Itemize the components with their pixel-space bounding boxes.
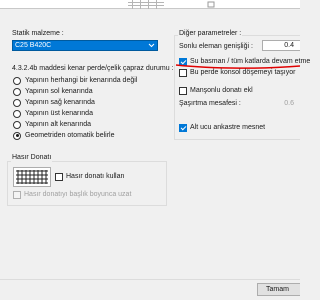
mansonlu-label: Manşonlu donatı ekl <box>190 87 253 94</box>
offset-label: Şaşırtma mesafesi : <box>179 100 241 107</box>
radio-button[interactable] <box>13 76 21 85</box>
use-mesh-checkbox[interactable] <box>55 172 63 181</box>
radio-button[interactable] <box>13 98 21 107</box>
use-mesh-option[interactable]: Hasır donatı kullan <box>55 171 124 182</box>
fixed-support-option[interactable]: Alt ucu ankastre mesnet <box>179 122 265 133</box>
radio-button[interactable] <box>13 131 21 140</box>
console-checkbox[interactable] <box>179 68 187 77</box>
mesh-group-title: Hasır Donatı <box>11 153 53 162</box>
radio-option-right[interactable]: Yapının sağ kenarında <box>13 97 163 108</box>
material-select[interactable]: C25 B420C <box>12 40 158 51</box>
radio-label: Yapının üst kenarında <box>25 110 93 117</box>
material-label: Statik malzeme : <box>12 30 64 37</box>
console-label: Bu perde konsol döşemeyi taşıyor <box>190 69 296 76</box>
mesh-grid-icon <box>16 170 48 184</box>
fixed-support-checkbox[interactable] <box>179 123 187 132</box>
radio-button[interactable] <box>13 109 21 118</box>
radio-label: Yapının herhangi bir kenarında değil <box>25 77 138 84</box>
radio-button[interactable] <box>13 120 21 129</box>
extend-mesh-label: Hasır donatıyı başlık boyunca uzat <box>24 191 132 198</box>
ok-button-label: Tamam <box>266 286 289 293</box>
extend-mesh-checkbox[interactable] <box>13 190 21 199</box>
radio-option-left[interactable]: Yapının sol kenarında <box>13 86 163 97</box>
ok-button[interactable]: Tamam <box>257 283 300 296</box>
cross-tie-radio-group: Yapının herhangi bir kenarında değil Yap… <box>13 75 163 141</box>
last-element-width-value: 0.4 <box>284 42 294 49</box>
extend-mesh-option[interactable]: Hasır donatıyı başlık boyunca uzat <box>13 189 131 200</box>
radio-label: Geometriden otomatik belirle <box>25 132 115 139</box>
mansonlu-checkbox[interactable] <box>179 86 187 95</box>
footer-divider <box>0 279 300 280</box>
mesh-preview-button[interactable] <box>13 167 51 187</box>
use-mesh-label: Hasır donatı kullan <box>66 173 125 180</box>
radio-button[interactable] <box>13 87 21 96</box>
material-select-value: C25 B420C <box>15 42 52 49</box>
top-canvas-strip <box>0 0 300 9</box>
mansonlu-option[interactable]: Manşonlu donatı ekl <box>179 85 253 96</box>
radio-label: Yapının alt kenarında <box>25 121 92 128</box>
last-element-width-input[interactable]: 0.4 <box>262 40 300 51</box>
grid-marker-icon <box>207 1 215 8</box>
radio-label: Yapının sağ kenarında <box>25 99 95 106</box>
radio-option-top[interactable]: Yapının üst kenarında <box>13 108 163 119</box>
radio-option-bottom[interactable]: Yapının alt kenarında <box>13 119 163 130</box>
radio-option-auto[interactable]: Geometriden otomatik belirle <box>13 130 163 141</box>
cross-tie-label: 4.3.2.4b maddesi kenar perde/çelik çapra… <box>12 65 174 72</box>
chevron-down-icon <box>148 43 155 48</box>
grid-pattern-icon <box>128 0 164 9</box>
offset-value[interactable]: 0.6 <box>270 99 294 108</box>
console-option[interactable]: Bu perde konsol döşemeyi taşıyor <box>179 67 295 78</box>
fixed-support-label: Alt ucu ankastre mesnet <box>190 124 266 131</box>
radio-option-none[interactable]: Yapının herhangi bir kenarında değil <box>13 75 163 86</box>
radio-label: Yapının sol kenarında <box>25 88 93 95</box>
other-parameters-title: Diğer parametreler : <box>178 29 243 38</box>
last-element-width-label: Sonlu eleman genişliği : <box>179 43 253 50</box>
